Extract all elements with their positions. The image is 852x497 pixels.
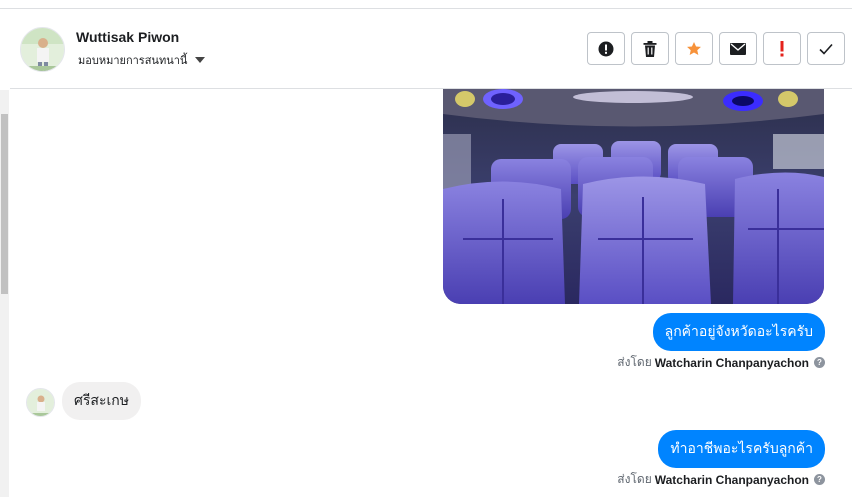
sender-name[interactable]: Watcharin Chanpanyachon xyxy=(655,473,809,487)
assign-conversation-dropdown[interactable]: มอบหมายการสนทนานี้ xyxy=(78,51,206,69)
star-button[interactable] xyxy=(675,32,713,65)
assign-label: มอบหมายการสนทนานี้ xyxy=(78,55,188,67)
help-icon[interactable]: ? xyxy=(814,474,825,485)
contact-name[interactable]: Wuttisak Piwon xyxy=(76,29,179,45)
mark-spam-button[interactable] xyxy=(587,32,625,65)
envelope-icon xyxy=(730,42,746,55)
star-icon xyxy=(687,41,701,55)
mark-done-button[interactable] xyxy=(807,32,845,65)
top-divider xyxy=(0,0,852,9)
sent-by-prefix: ส่งโดย xyxy=(617,355,652,369)
checkmark-icon xyxy=(819,43,833,55)
sent-by-line: ส่งโดย Watcharin Chanpanyachon ? xyxy=(617,470,825,489)
contact-avatar[interactable] xyxy=(20,27,65,72)
trash-icon xyxy=(643,40,657,57)
delete-button[interactable] xyxy=(631,32,669,65)
conversation-actions xyxy=(587,32,845,65)
exclamation-circle-icon xyxy=(598,41,614,56)
message-bubble-outgoing[interactable]: ทำอาชีพอะไรครับลูกค้า xyxy=(658,430,825,468)
sender-name[interactable]: Watcharin Chanpanyachon xyxy=(655,356,809,370)
sent-by-prefix: ส่งโดย xyxy=(617,472,652,486)
scrollbar-track[interactable] xyxy=(0,90,9,497)
exclamation-mark-icon xyxy=(780,40,784,56)
sent-by-line: ส่งโดย Watcharin Chanpanyachon ? xyxy=(617,353,825,372)
help-icon[interactable]: ? xyxy=(814,357,825,368)
contact-avatar-small[interactable] xyxy=(26,388,55,417)
message-bubble-outgoing[interactable]: ลูกค้าอยู่จังหวัดอะไรครับ xyxy=(652,313,825,351)
conversation-header: Wuttisak Piwon มอบหมายการสนทนานี้ xyxy=(10,10,852,89)
scrollbar-thumb[interactable] xyxy=(1,114,8,294)
caret-down-icon xyxy=(195,57,206,63)
message-image[interactable] xyxy=(443,89,824,304)
mark-unread-button[interactable] xyxy=(719,32,757,65)
message-bubble-incoming[interactable]: ศรีสะเกษ xyxy=(62,382,141,420)
follow-up-button[interactable] xyxy=(763,32,801,65)
